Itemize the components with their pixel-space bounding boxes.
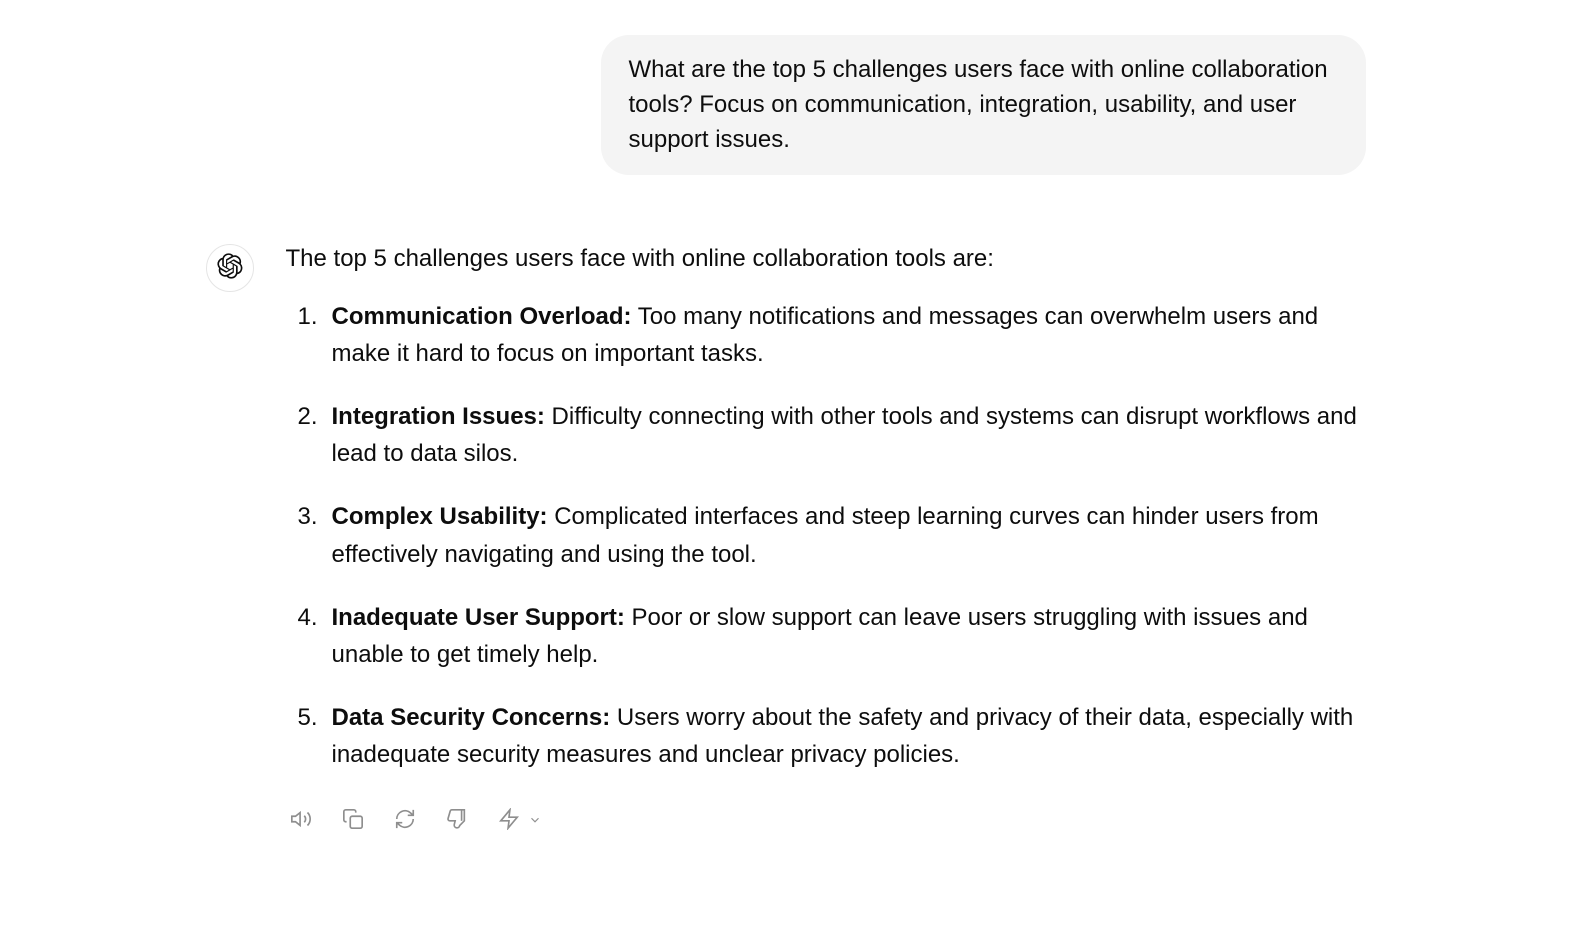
list-item: Inadequate User Support: Poor or slow su…	[298, 599, 1366, 673]
chat-container: What are the top 5 challenges users face…	[206, 0, 1366, 874]
challenge-title: Complex Usability:	[332, 503, 548, 530]
regenerate-button[interactable]	[390, 804, 420, 837]
chevron-down-icon	[528, 801, 542, 838]
copy-button[interactable]	[338, 804, 368, 837]
read-aloud-button[interactable]	[286, 804, 316, 837]
challenge-title: Data Security Concerns:	[332, 704, 611, 731]
list-item: Complex Usability: Complicated interface…	[298, 498, 1366, 572]
speaker-icon	[290, 808, 312, 833]
challenge-title: Inadequate User Support:	[332, 604, 625, 631]
model-switch-group[interactable]	[494, 801, 542, 838]
message-action-bar	[286, 801, 1366, 838]
list-item: Communication Overload: Too many notific…	[298, 298, 1366, 372]
challenge-title: Integration Issues:	[332, 403, 545, 430]
assistant-message-row: The top 5 challenges users face with onl…	[206, 240, 1366, 838]
openai-logo-icon	[217, 253, 243, 284]
user-message-row: What are the top 5 challenges users face…	[206, 35, 1366, 175]
assistant-avatar	[206, 244, 254, 292]
refresh-icon	[394, 808, 416, 833]
challenge-title: Communication Overload:	[332, 303, 632, 330]
copy-icon	[342, 808, 364, 833]
list-item: Integration Issues: Difficulty connectin…	[298, 398, 1366, 472]
assistant-intro-text: The top 5 challenges users face with onl…	[286, 240, 1366, 277]
user-message-text: What are the top 5 challenges users face…	[629, 56, 1328, 153]
thumbs-down-button[interactable]	[442, 804, 472, 837]
list-item: Data Security Concerns: Users worry abou…	[298, 699, 1366, 773]
challenge-list: Communication Overload: Too many notific…	[286, 298, 1366, 774]
thumbs-down-icon	[446, 808, 468, 833]
lightning-icon	[498, 808, 520, 833]
user-message-bubble: What are the top 5 challenges users face…	[601, 35, 1366, 175]
model-switch-button[interactable]	[494, 804, 524, 837]
assistant-message-content: The top 5 challenges users face with onl…	[286, 240, 1366, 838]
